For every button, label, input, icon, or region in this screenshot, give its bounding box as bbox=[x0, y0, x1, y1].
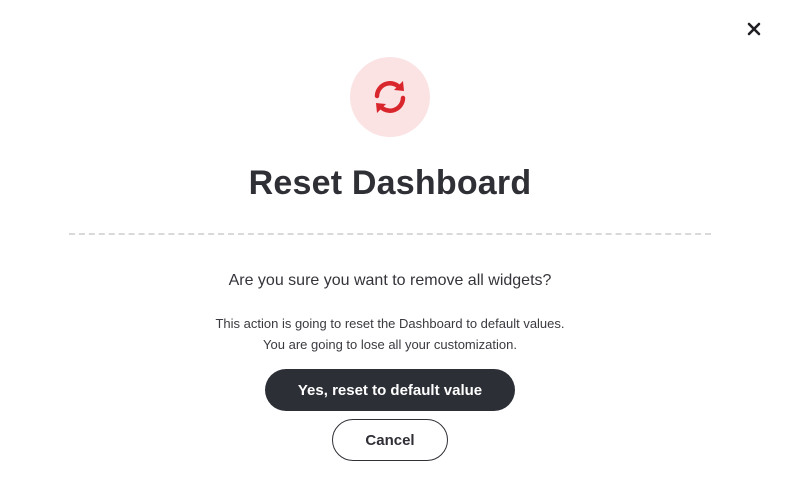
icon-badge bbox=[350, 57, 430, 137]
cancel-button[interactable]: Cancel bbox=[332, 419, 448, 461]
description-line-2: You are going to lose all your customiza… bbox=[263, 337, 517, 352]
confirm-reset-button[interactable]: Yes, reset to default value bbox=[265, 369, 515, 411]
confirmation-question: Are you sure you want to remove all widg… bbox=[228, 272, 552, 289]
refresh-icon bbox=[374, 81, 406, 113]
dialog-description: This action is going to reset the Dashbo… bbox=[0, 313, 780, 355]
dialog-title: Reset Dashboard bbox=[248, 164, 532, 202]
close-icon bbox=[747, 22, 761, 36]
close-button[interactable] bbox=[744, 19, 764, 39]
reset-dashboard-dialog: Reset Dashboard Are you sure you want to… bbox=[0, 0, 787, 482]
divider bbox=[69, 233, 711, 235]
description-line-1: This action is going to reset the Dashbo… bbox=[215, 316, 565, 331]
